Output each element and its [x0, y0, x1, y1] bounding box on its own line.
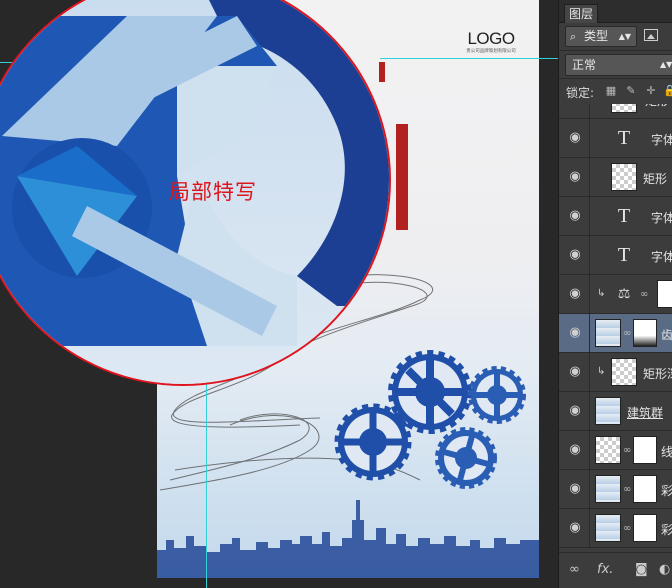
tab-layers[interactable]: 图层	[564, 4, 599, 23]
text-layer-icon: T	[617, 127, 631, 149]
layer-list: 矩形 ◉ T 字体 ◉ 矩形 ◉ T 字体 ◉ T 字体 ◉	[559, 104, 672, 550]
eye-icon[interactable]: ◉	[567, 404, 583, 418]
layer-row[interactable]: ◉ T 字体	[559, 119, 672, 158]
layer-row[interactable]: ◉ T 字体	[559, 236, 672, 275]
lock-all-icon[interactable]: 🔒	[663, 85, 672, 97]
layer-name: 字体	[651, 133, 672, 147]
magnifier-closeup: 局部特写	[0, 0, 391, 386]
layer-thumbnail	[595, 436, 621, 464]
fx-button[interactable]: fx.	[597, 562, 613, 577]
search-icon: ⌕	[570, 30, 577, 43]
text-layer-icon: T	[617, 205, 631, 227]
image-filter-icon[interactable]	[644, 29, 658, 41]
eye-icon[interactable]: ◉	[567, 443, 583, 457]
layer-name: 矩形	[645, 104, 669, 109]
lock-move-icon[interactable]: ✛	[645, 85, 657, 97]
new-adjustment-icon[interactable]: ◐	[659, 562, 670, 577]
eye-icon[interactable]: ◉	[567, 482, 583, 496]
eye-icon[interactable]: ◉	[567, 248, 583, 262]
clip-arrow-icon: ↳	[597, 366, 606, 377]
layer-name: 字体	[651, 250, 672, 264]
layer-row[interactable]: ◉ ∞ 彩色	[559, 509, 672, 548]
layer-name: 彩色	[661, 484, 672, 498]
eye-icon[interactable]: ◉	[567, 365, 583, 379]
layer-thumbnail	[611, 358, 637, 386]
gear-left	[334, 403, 412, 481]
gear-small-right	[468, 366, 526, 424]
link-icon[interactable]: ∞	[623, 523, 631, 534]
layer-mask-thumbnail[interactable]	[633, 319, 657, 347]
layer-filter-select[interactable]: ⌕ 类型 ▲▼	[565, 26, 637, 47]
layer-name: 字体	[651, 211, 672, 225]
layer-thumbnail	[611, 104, 637, 113]
link-icon[interactable]: ∞	[623, 445, 631, 456]
updown-chevron-icon: ▲▼	[660, 60, 672, 69]
filter-label: 类型	[584, 29, 609, 43]
lock-row: 锁定: ▦ ✎ ✛ 🔒	[559, 78, 672, 106]
layer-mask-thumbnail[interactable]	[633, 514, 657, 542]
layer-row[interactable]: 矩形	[559, 104, 672, 119]
layer-mask-thumbnail[interactable]	[657, 280, 672, 308]
eye-icon[interactable]: ◉	[567, 287, 583, 301]
eye-icon[interactable]: ◉	[567, 521, 583, 535]
layer-row-selected[interactable]: ◉ ∞ 齿轮	[559, 314, 672, 353]
updown-chevron-icon: ▲▼	[618, 32, 631, 41]
layer-thumbnail	[611, 163, 637, 191]
panel-tabbar: 图层	[559, 0, 672, 23]
layer-name: 矩形深	[643, 367, 672, 381]
guide-horizontal[interactable]	[380, 58, 558, 59]
gear-bottom	[435, 427, 497, 489]
blend-mode-value: 正常	[572, 58, 597, 72]
balance-adjustment-icon: ⚖	[617, 286, 631, 302]
link-icon[interactable]: ∞	[640, 289, 648, 300]
layer-row[interactable]: ◉ ↳ ⚖ ∞	[559, 275, 672, 314]
layer-name: 彩色	[661, 523, 672, 537]
canvas-area[interactable]: LOGO 贵公司品牌策划有限公司 局部特写	[0, 0, 558, 588]
panel-footer: ∞ fx. ◙ ◐	[559, 552, 672, 588]
layer-row[interactable]: ◉ 建筑群	[559, 392, 672, 431]
lock-brush-icon[interactable]: ✎	[625, 85, 637, 97]
layer-thumbnail	[595, 319, 621, 347]
blend-mode-row: 正常 ▲▼	[559, 50, 672, 78]
layers-panel: 图层 ⌕ 类型 ▲▼ 正常 ▲▼ 锁定: ▦ ✎ ✛ 🔒 矩形 ◉ T	[558, 0, 672, 588]
layer-name: 建筑群	[627, 406, 664, 420]
magnifier-caption: 局部特写	[169, 180, 257, 204]
link-icon[interactable]: ∞	[623, 484, 631, 495]
layer-mask-thumbnail[interactable]	[633, 475, 657, 503]
clip-arrow-icon: ↳	[597, 288, 606, 299]
layer-thumbnail	[595, 475, 621, 503]
link-layers-icon[interactable]: ∞	[569, 562, 580, 577]
layer-row[interactable]: ◉ ∞ 线条	[559, 431, 672, 470]
layer-name: 线条	[661, 445, 672, 459]
layer-thumbnail	[595, 514, 621, 542]
layer-name: 齿轮	[661, 328, 672, 342]
guide-vertical[interactable]	[206, 380, 207, 588]
city-skyline	[157, 500, 539, 578]
link-icon[interactable]: ∞	[623, 328, 631, 339]
gear-large-right	[388, 350, 472, 434]
layer-mask-thumbnail[interactable]	[633, 436, 657, 464]
layer-thumbnail	[595, 397, 621, 425]
lock-label: 锁定:	[566, 86, 595, 100]
layer-row[interactable]: ◉ 矩形	[559, 158, 672, 197]
filter-row: ⌕ 类型 ▲▼	[559, 23, 672, 49]
eye-icon[interactable]: ◉	[567, 209, 583, 223]
eye-icon[interactable]: ◉	[567, 326, 583, 340]
add-mask-icon[interactable]: ◙	[635, 562, 648, 577]
eye-icon[interactable]: ◉	[567, 131, 583, 145]
text-layer-icon: T	[617, 244, 631, 266]
blend-mode-select[interactable]: 正常 ▲▼	[565, 54, 672, 76]
layer-row[interactable]: ◉ T 字体	[559, 197, 672, 236]
layer-row[interactable]: ◉ ↳ 矩形深	[559, 353, 672, 392]
lock-transparent-icon[interactable]: ▦	[605, 85, 617, 97]
layer-name: 矩形	[643, 172, 668, 186]
layer-row[interactable]: ◉ ∞ 彩色	[559, 470, 672, 509]
eye-icon[interactable]: ◉	[567, 170, 583, 184]
